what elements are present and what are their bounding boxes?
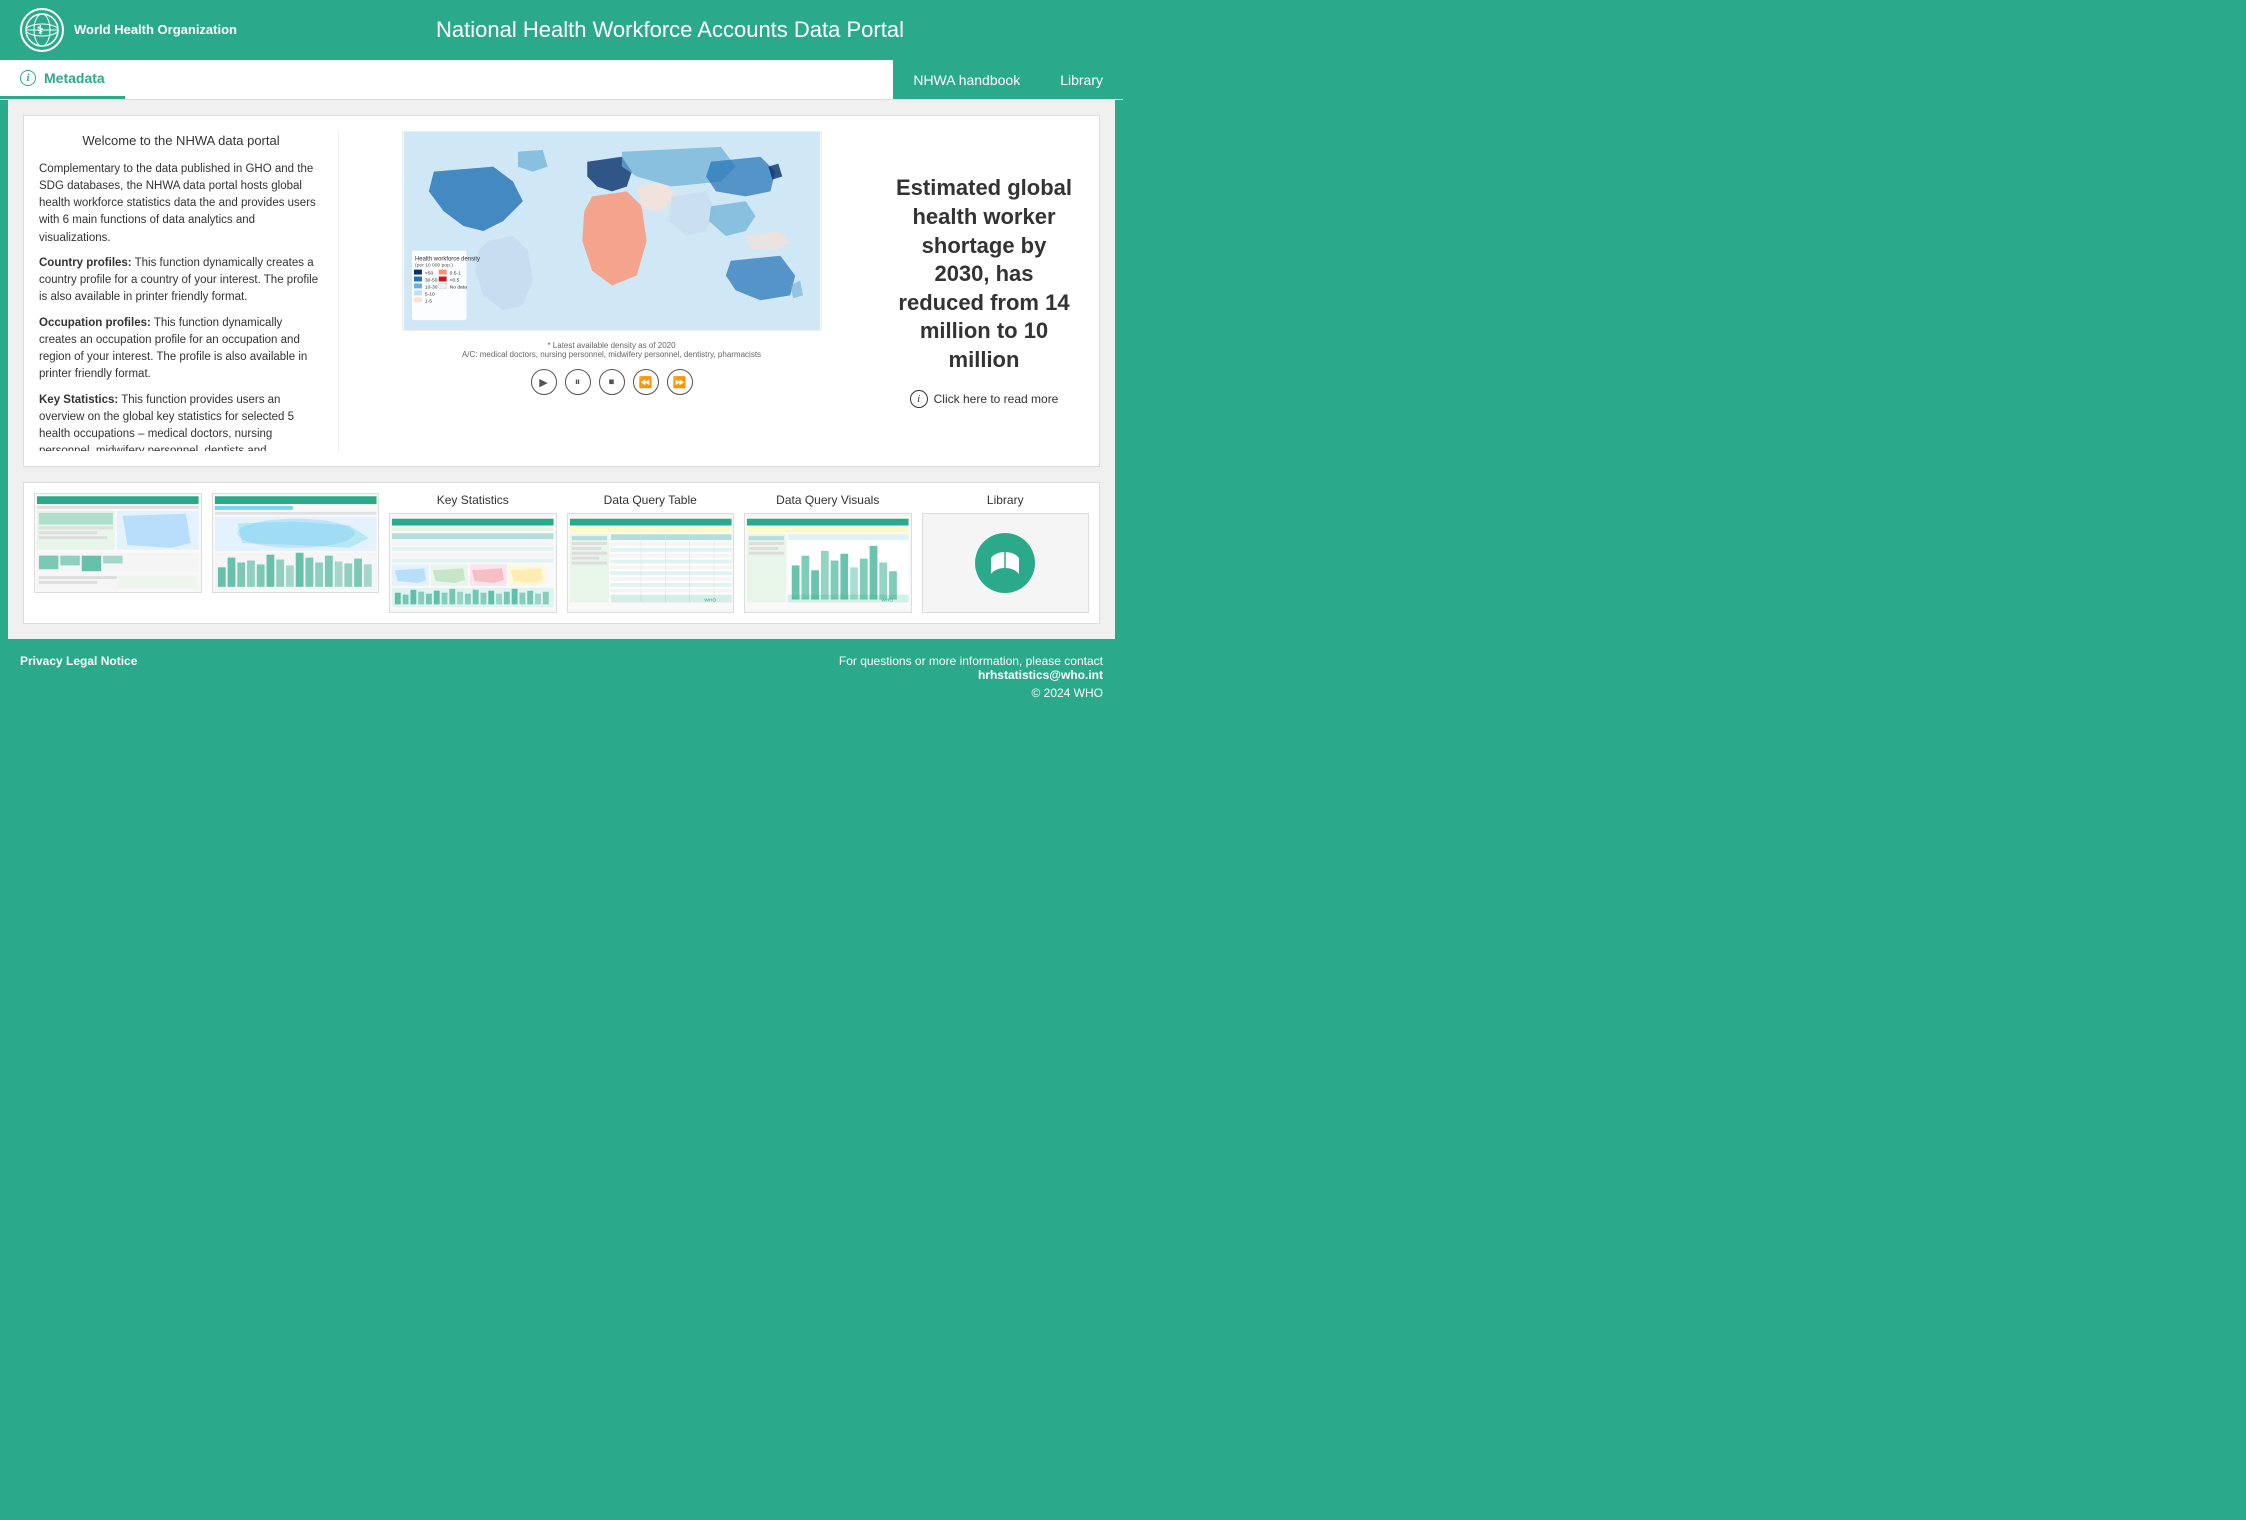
map-caption-line1: * Latest available density as of 2020 [402,341,822,350]
org-name-text: World Health Organization [74,22,237,39]
key-stats-thumbnail-label: Key Statistics [437,493,509,507]
svg-text:WHO: WHO [881,597,893,603]
world-map: Health workforce density (per 10 000 pop… [402,131,822,331]
occupation-profiles-section: Occupation profiles: This function dynam… [39,315,323,384]
nav-bar: i Metadata NHWA handbook Library [0,60,1123,100]
contact-label: For questions or more information, pleas… [839,654,1103,668]
main-content: Welcome to the NHWA data portal Compleme… [8,100,1115,639]
svg-text:>50: >50 [424,271,433,277]
footer-right: For questions or more information, pleas… [839,654,1103,700]
dq-table-thumbnail-label: Data Query Table [604,493,697,507]
thumbnail-key-statistics[interactable]: Key Statistics [389,493,557,613]
thumbnail-country-img [34,493,202,593]
svg-text:10-30: 10-30 [424,284,437,290]
svg-text:1-5: 1-5 [424,298,431,304]
stat-text: Estimated global health worker shortage … [894,174,1074,374]
svg-text:0.5-1: 0.5-1 [449,271,461,277]
rewind-button[interactable]: ⏪ [633,369,659,395]
country-profiles-section: Country profiles: This function dynamica… [39,255,323,307]
who-logo-icon: ⚕ [20,8,64,52]
footer: Privacy Legal Notice For questions or mo… [0,639,1123,715]
header: ⚕ World Health Organization National Hea… [0,0,1123,60]
tab-library[interactable]: Library [1040,60,1123,99]
thumbnail-country-profile[interactable] [34,493,202,613]
thumbnail-occupation-img [212,493,380,593]
svg-text:No data: No data [449,284,467,290]
key-stats-label: Key Statistics: [39,394,118,406]
stat-panel: Estimated global health worker shortage … [884,131,1084,451]
thumbnail-dq-visuals-img: WHO [744,513,912,613]
thumbnail-library[interactable]: Library [922,493,1090,613]
pause-button[interactable]: ⏸ [565,369,591,395]
nhwa-handbook-label: NHWA handbook [913,72,1020,88]
thumbnail-data-query-visuals[interactable]: Data Query Visuals [744,493,912,613]
library-thumbnail-label: Library [987,493,1024,507]
welcome-panel: Welcome to the NHWA data portal Compleme… [39,131,339,451]
thumbnail-library-img [922,513,1090,613]
portal-title: National Health Workforce Accounts Data … [237,17,1103,43]
info-icon-stat: i [910,390,928,408]
svg-text:5-10: 5-10 [424,291,434,297]
svg-text:WHO: WHO [704,597,716,603]
svg-text:Health workforce density: Health workforce density [414,257,479,263]
svg-text:⚕: ⚕ [37,23,44,37]
click-here-label: Click here to read more [934,392,1059,406]
map-controls: ▶ ⏸ ⏹ ⏪ ⏩ [531,369,693,395]
thumbnail-occupation-profile[interactable] [212,493,380,613]
privacy-legal-link[interactable]: Privacy Legal Notice [20,654,137,668]
thumbnail-key-stats-img [389,513,557,613]
tab-metadata[interactable]: i Metadata [0,60,125,99]
key-statistics-section: Key Statistics: This function provides u… [39,392,323,452]
svg-text:30-50: 30-50 [424,277,437,283]
tab-nhwa-handbook[interactable]: NHWA handbook [893,60,1040,99]
play-button[interactable]: ▶ [531,369,557,395]
svg-text:(per 10 000 pop.): (per 10 000 pop.) [414,263,452,269]
dq-visuals-thumbnail-label: Data Query Visuals [776,493,879,507]
who-logo: ⚕ World Health Organization [20,8,237,52]
nav-right-tabs: NHWA handbook Library [893,60,1123,99]
fast-forward-button[interactable]: ⏩ [667,369,693,395]
library-book-icon [975,533,1035,593]
click-here-link[interactable]: i Click here to read more [910,390,1059,408]
map-caption-line2: A/C: medical doctors, nursing personnel,… [402,350,822,359]
thumbnails-section: Key Statistics [23,482,1100,624]
stop-button[interactable]: ⏹ [599,369,625,395]
info-icon: i [20,70,36,86]
footer-left: Privacy Legal Notice [20,654,137,668]
metadata-tab-label: Metadata [44,70,105,86]
svg-text:<0.5: <0.5 [449,277,459,283]
occupation-profiles-label: Occupation profiles: [39,317,151,329]
map-caption: * Latest available density as of 2020 A/… [402,341,822,359]
country-profiles-label: Country profiles: [39,257,132,269]
contact-email[interactable]: hrhstatistics@who.int [839,668,1103,682]
world-map-container: Health workforce density (per 10 000 pop… [402,131,822,359]
library-tab-label: Library [1060,72,1103,88]
map-panel: Health workforce density (per 10 000 pop… [354,131,869,451]
thumbnail-data-query-table[interactable]: Data Query Table [567,493,735,613]
thumbnail-dq-table-img: WHO [567,513,735,613]
welcome-title: Welcome to the NHWA data portal [39,131,323,151]
top-section: Welcome to the NHWA data portal Compleme… [23,115,1100,467]
welcome-intro: Complementary to the data published in G… [39,161,323,247]
copyright: © 2024 WHO [839,686,1103,700]
